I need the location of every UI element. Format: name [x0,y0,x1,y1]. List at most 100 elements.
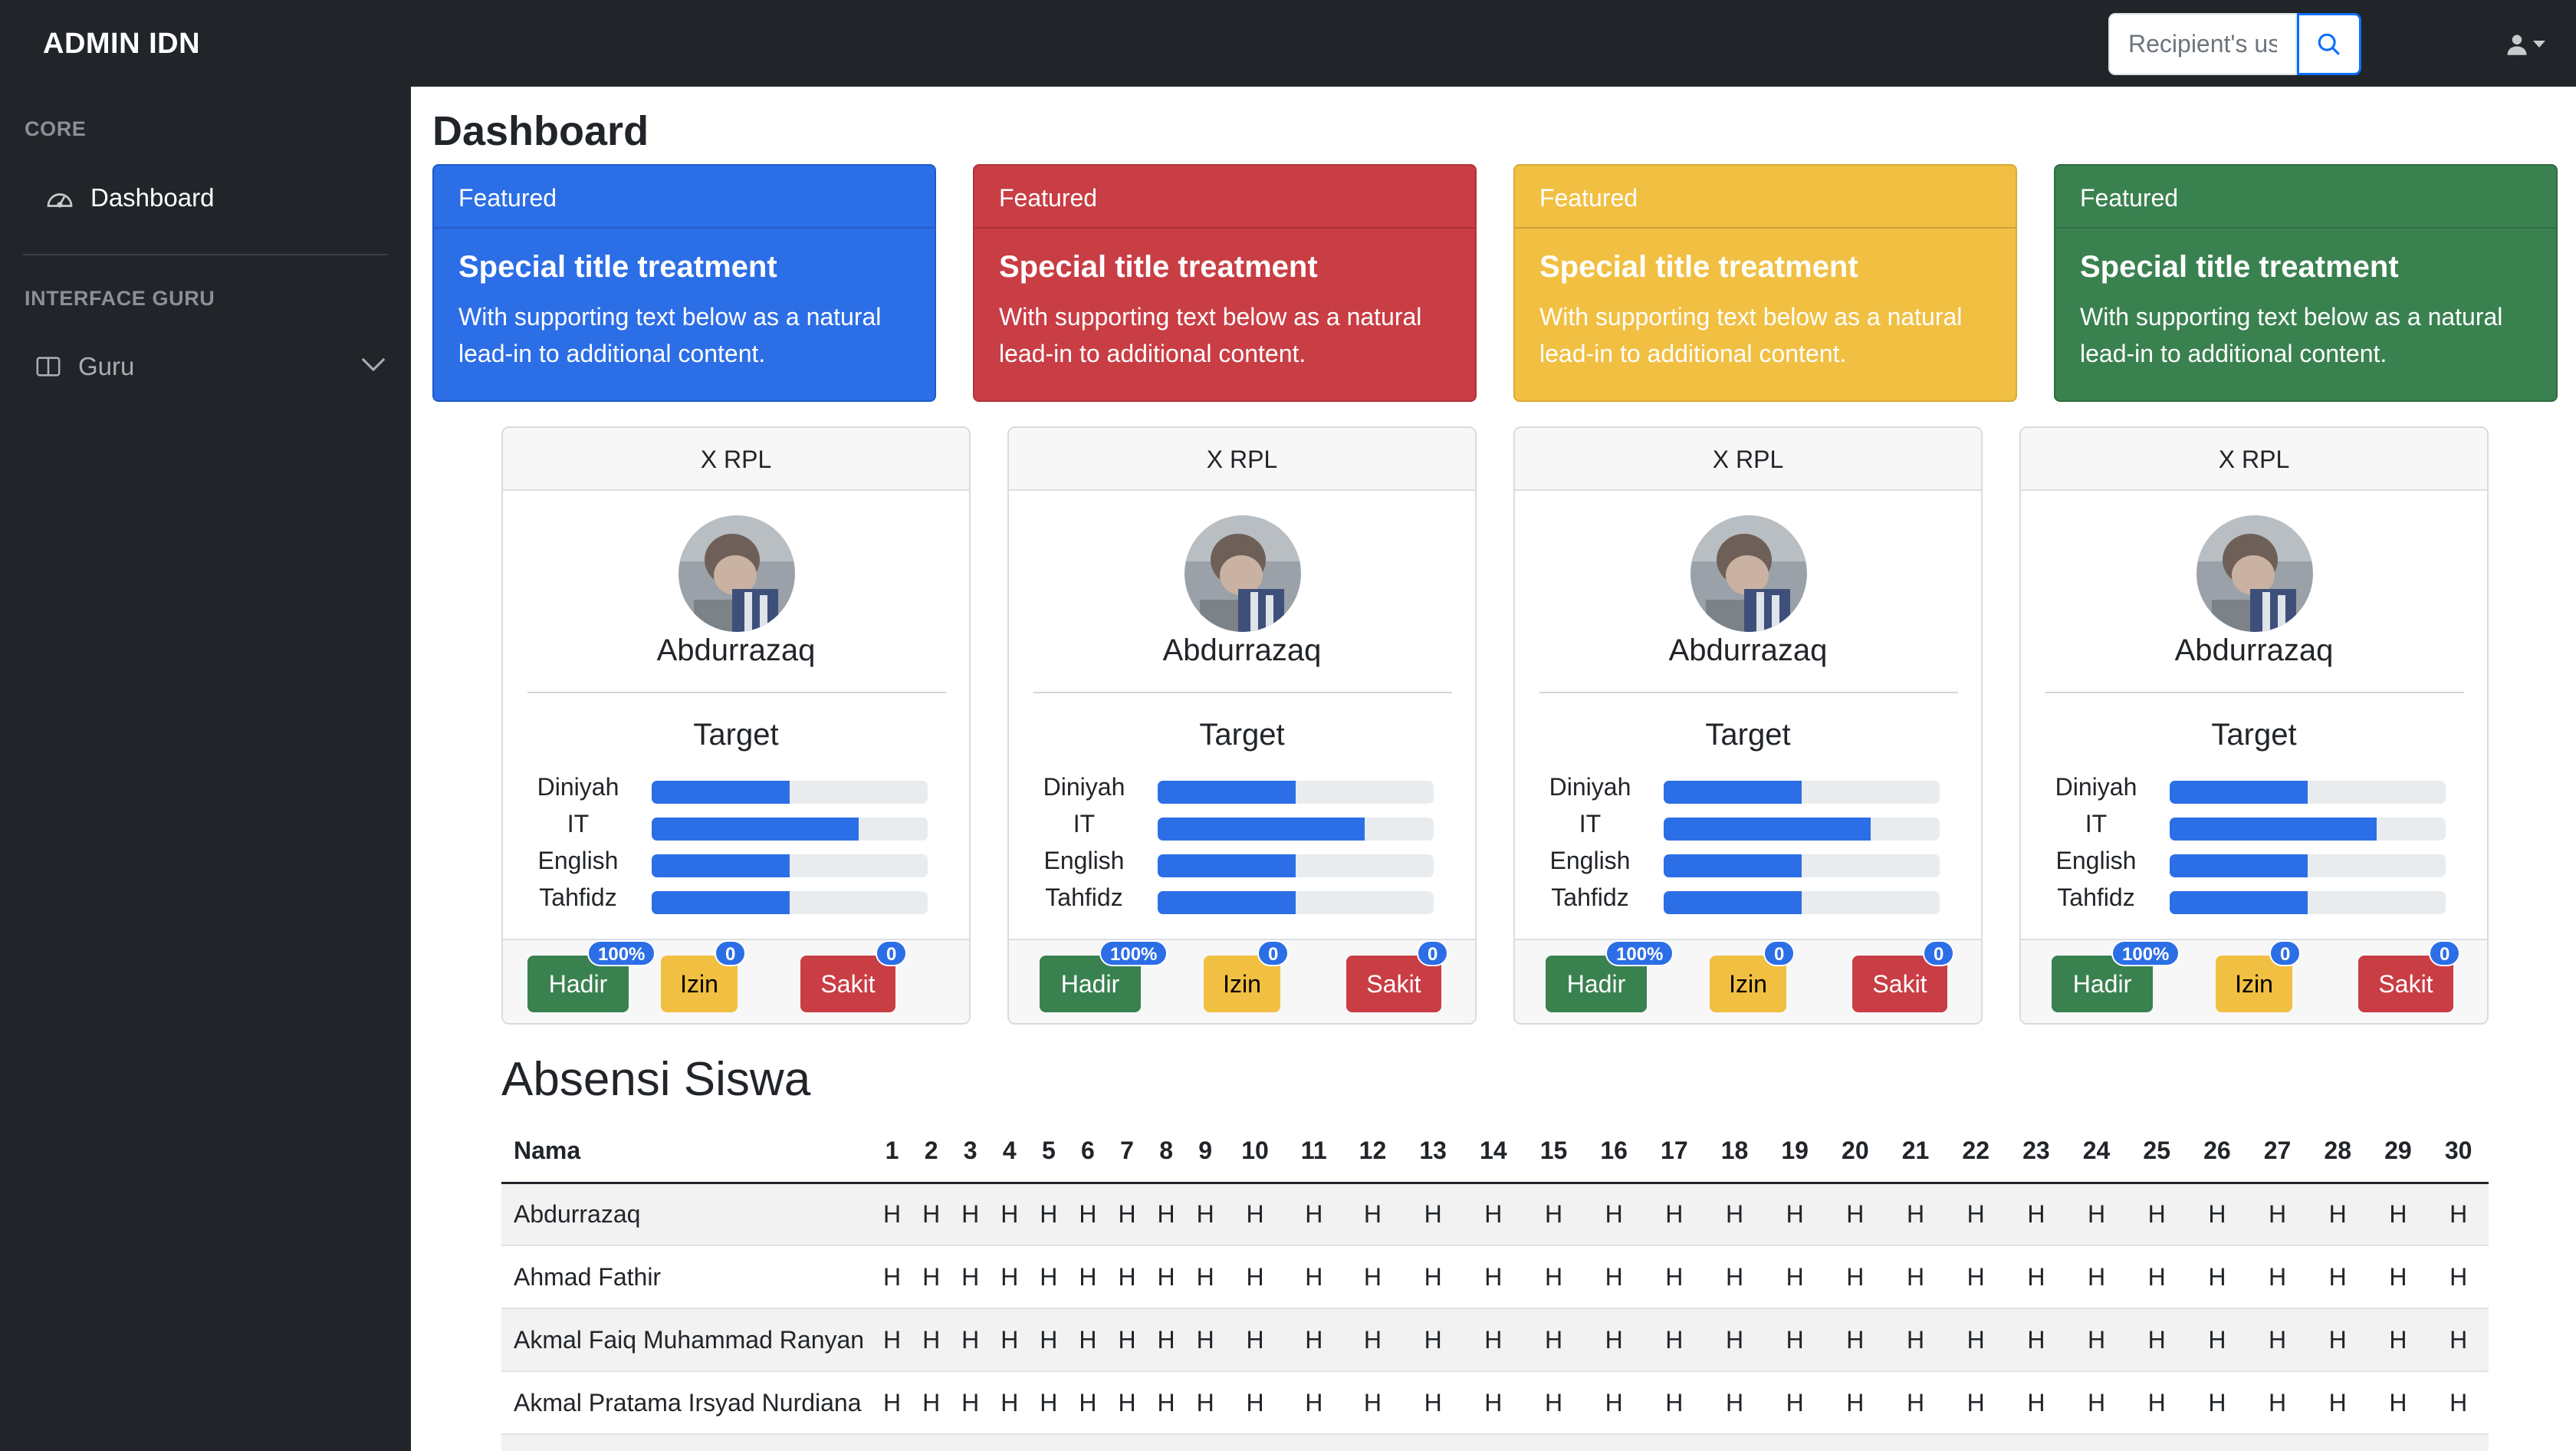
sidebar-divider [23,254,388,255]
student-name [501,1434,872,1451]
column-header-day: 11 [1285,1120,1343,1184]
attendance-mark: H [1107,1245,1147,1309]
search-button[interactable] [2297,13,2361,75]
attendance-mark [1342,1434,1403,1451]
target-label: Tahfidz [1045,883,1123,911]
status-footer: Hadir 100% Izin 0 Sakit 0 [503,939,969,1023]
featured-card-header: Featured [2055,166,2556,229]
target-progress-list: Diniyah IT English Tahfidz [517,770,946,917]
status-footer: Hadir 100% Izin 0 Sakit 0 [2021,939,2487,1023]
column-header-day: 26 [2187,1120,2248,1184]
attendance-mark [2307,1434,2368,1451]
attendance-mark [990,1434,1030,1451]
profile-divider [1539,692,1958,693]
profile-card: X RPL Abdurrazaq Target Diniyah IT Engli… [1513,426,1983,1025]
attendance-mark [951,1434,991,1451]
column-header-day: 30 [2428,1120,2489,1184]
attendance-mark [1029,1434,1069,1451]
featured-card-blue: Featured Special title treatment With su… [432,164,936,402]
featured-card-red: Featured Special title treatment With su… [973,164,1477,402]
table-header-row: Nama 1 2 3 4 5 6 7 8 9 10 11 12 13 14 15 16 17 18 19 20 21 22… [501,1120,2489,1184]
attendance-mark: H [1224,1308,1286,1372]
chevron-down-icon[interactable] [360,356,386,373]
column-header-day: 5 [1029,1120,1069,1184]
student-name: Akmal Pratama Irsyad Nurdiana [501,1371,872,1435]
attendance-mark: H [1523,1245,1584,1309]
attendance-table: Nama 1 2 3 4 5 6 7 8 9 10 11 12 13 14 15 16 17 18 19 20 21 22… [501,1120,2489,1451]
target-title: Target [693,718,779,752]
attendance-mark: H [2247,1245,2308,1309]
izin-badge: 0 [2269,940,2302,966]
sidebar-item-dashboard[interactable]: Dashboard [46,183,214,212]
column-header-day: 1 [872,1120,912,1184]
hadir-badge: 100% [1099,940,1168,966]
attendance-mark: H [1644,1245,1705,1309]
attendance-mark: H [1146,1245,1186,1309]
target-title: Target [1705,718,1791,752]
attendance-mark: H [1185,1183,1225,1246]
column-header-day: 22 [1945,1120,2006,1184]
attendance-mark: H [1825,1371,1886,1435]
column-header-day: 17 [1644,1120,1705,1184]
attendance-mark: H [951,1308,991,1372]
column-header-day: 6 [1068,1120,1108,1184]
attendance-mark: H [912,1245,951,1309]
attendance-mark: H [1523,1371,1584,1435]
attendance-mark: H [1945,1371,2006,1435]
sakit-badge: 0 [1923,940,1955,966]
column-header-day: 19 [1764,1120,1825,1184]
search-input[interactable] [2110,15,2295,74]
attendance-mark: H [1185,1245,1225,1309]
attendance-mark: H [1068,1371,1108,1435]
search-field[interactable] [2108,13,2297,75]
attendance-mark: H [1644,1371,1705,1435]
sidebar-item-guru[interactable]: Guru [35,352,134,381]
column-header-day: 21 [1885,1120,1946,1184]
attendance-mark [1146,1434,1186,1451]
target-label: Diniyah [537,773,619,801]
attendance-mark [1885,1434,1946,1451]
attendance-mark: H [1825,1308,1886,1372]
target-title: Target [1199,718,1285,752]
attendance-mark: H [1463,1245,1524,1309]
column-header-day: 15 [1523,1120,1584,1184]
attendance-mark: H [912,1371,951,1435]
hadir-badge: 100% [2111,940,2180,966]
attendance-mark: H [951,1245,991,1309]
featured-card-header: Featured [1515,166,2016,229]
target-label: IT [1073,810,1096,837]
attendance-mark: H [1285,1308,1343,1372]
target-label: IT [2085,810,2108,837]
profile-card-header: X RPL [1009,428,1475,491]
attendance-mark: H [2307,1371,2368,1435]
attendance-mark: H [1107,1371,1147,1435]
target-label: Tahfidz [2057,883,2135,911]
featured-card-header: Featured [974,166,1475,229]
attendance-mark: H [1068,1308,1108,1372]
target-label: English [1043,847,1125,874]
attendance-mark: H [1146,1183,1186,1246]
brand-logo[interactable]: ADMIN IDN [43,28,200,61]
attendance-mark: H [1583,1183,1644,1246]
attendance-mark [1523,1434,1584,1451]
column-header-day: 10 [1224,1120,1286,1184]
user-menu-button[interactable] [2505,28,2551,61]
attendance-mark: H [1704,1371,1765,1435]
target-label: Diniyah [1043,773,1125,801]
progress-bar [652,818,928,841]
attendance-mark: H [2428,1371,2489,1435]
progress-bar [1664,854,1940,877]
table-row: Akmal Pratama Irsyad Nurdiana H H H H H H H H H H H… [501,1371,2489,1435]
attendance-mark: H [1463,1308,1524,1372]
attendance-mark: H [912,1308,951,1372]
featured-card-title: Special title treatment [1539,250,1858,284]
attendance-mark: H [2006,1308,2067,1372]
attendance-mark [1945,1434,2006,1451]
caret-down-icon [2533,41,2545,48]
attendance-mark: H [1342,1183,1403,1246]
attendance-mark [1764,1434,1825,1451]
attendance-mark [872,1434,912,1451]
attendance-mark [2006,1434,2067,1451]
attendance-mark: H [1583,1371,1644,1435]
featured-card-text: With supporting text below as a natural … [1539,303,1963,367]
